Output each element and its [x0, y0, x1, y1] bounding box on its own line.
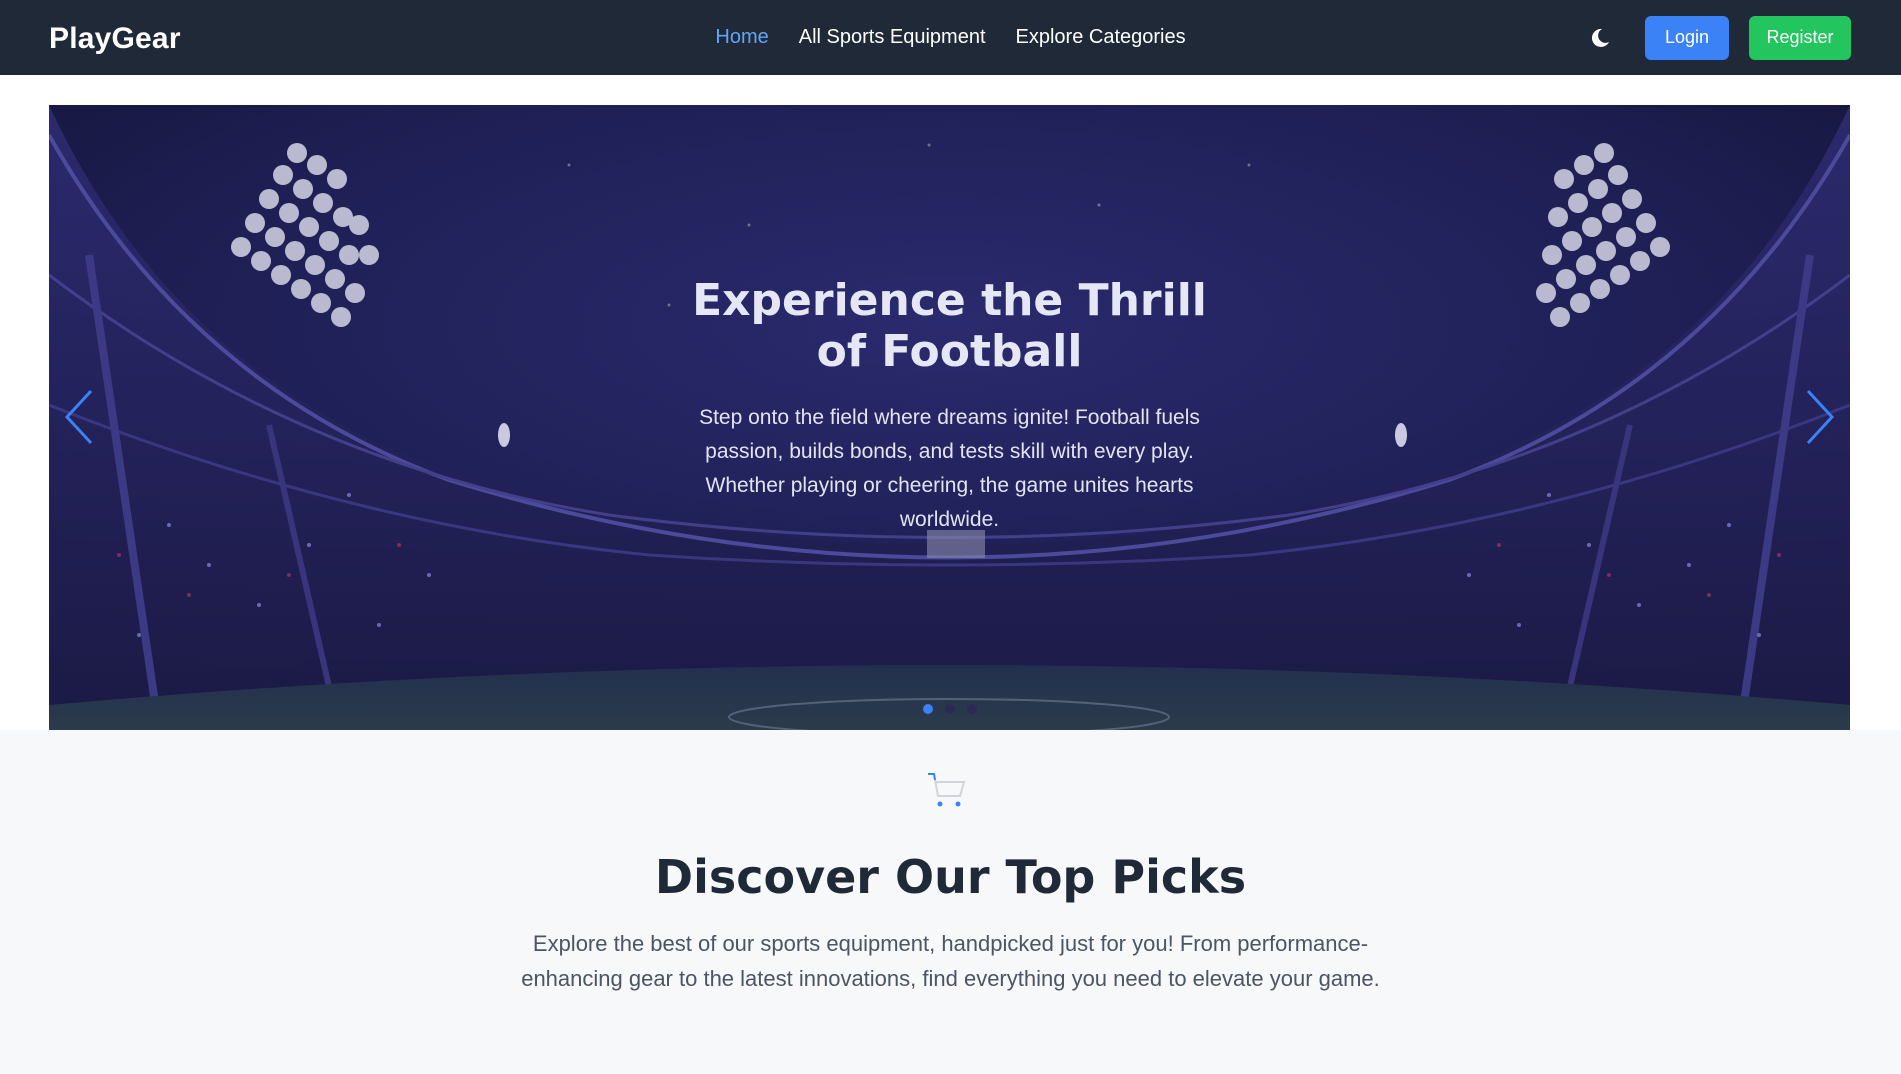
- carousel-dot-2[interactable]: [944, 704, 955, 714]
- navbar: PlayGear Home All Sports Equipment Explo…: [0, 0, 1901, 75]
- hero-caption: Experience the Thrill of Football Step o…: [49, 275, 1850, 537]
- carousel-dot-1[interactable]: [922, 704, 933, 714]
- carousel-indicators: [49, 704, 1850, 714]
- nav-link-all-sports-equipment[interactable]: All Sports Equipment: [799, 26, 986, 49]
- hero-description: Step onto the field where dreams ignite!…: [699, 406, 1200, 531]
- register-button[interactable]: Register: [1749, 15, 1851, 60]
- moon-icon[interactable]: [1587, 25, 1613, 51]
- nav-actions: Login Register: [1587, 0, 1851, 75]
- carousel-dot-3[interactable]: [966, 704, 977, 714]
- hero-carousel: Experience the Thrill of Football Step o…: [49, 105, 1850, 730]
- section-description: Explore the best of our sports equipment…: [521, 931, 1380, 991]
- nav-link-explore-categories[interactable]: Explore Categories: [1016, 26, 1186, 49]
- nav-link-home[interactable]: Home: [715, 26, 768, 49]
- login-button[interactable]: Login: [1645, 15, 1729, 60]
- top-picks-section: Discover Our Top Picks Explore the best …: [0, 730, 1901, 1074]
- section-title: Discover Our Top Picks: [654, 850, 1247, 904]
- shopping-cart-icon: [928, 773, 966, 807]
- brand-logo[interactable]: PlayGear: [49, 0, 181, 75]
- hero-title: Experience the Thrill of Football: [692, 275, 1207, 377]
- hero-section: Experience the Thrill of Football Step o…: [0, 75, 1901, 730]
